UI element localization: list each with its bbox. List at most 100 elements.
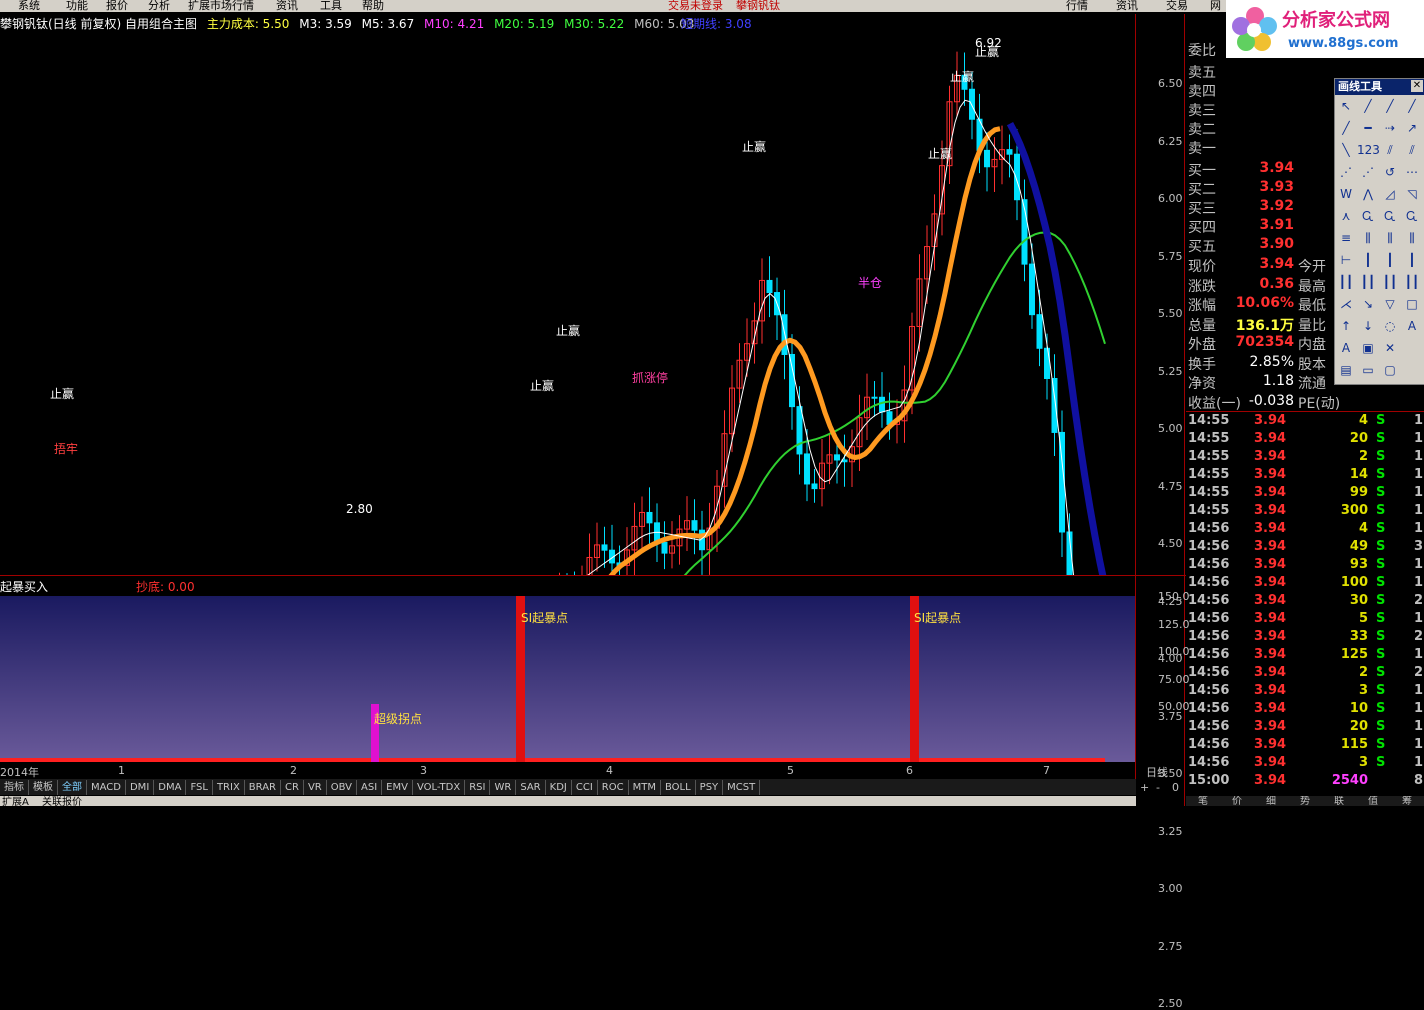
tab-mcst[interactable]: MCST [723,780,761,795]
menu-extended-market[interactable]: 扩展市场行情 [188,0,254,12]
draw-tool-icon[interactable]: ⫼ [1379,227,1401,249]
tab-全部[interactable]: 全部 [58,780,87,795]
menu-right-trade[interactable]: 交易 [1166,0,1188,12]
tab-trix[interactable]: TRIX [213,780,245,795]
draw-tool-icon[interactable]: ≡ [1335,227,1357,249]
tab-模板[interactable]: 模板 [29,780,58,795]
tab-cr[interactable]: CR [281,780,304,795]
quote-tab[interactable]: 联 [1322,797,1356,807]
draw-tool-icon[interactable]: ┃┃ [1335,271,1357,293]
draw-tool-icon[interactable]: ┃┃ [1357,271,1379,293]
draw-tool-icon[interactable]: ⋯ [1401,161,1423,183]
draw-tool-icon[interactable]: ↓ [1357,315,1379,337]
tab-psy[interactable]: PSY [696,780,724,795]
menu-help[interactable]: 帮助 [362,0,384,12]
draw-tool-icon[interactable]: ◌ [1379,315,1401,337]
zoom-minus-button[interactable]: - [1156,781,1160,794]
draw-tool-icon[interactable]: ⫽ [1401,139,1423,161]
draw-tool-icon[interactable]: Ꮹ [1357,205,1379,227]
zoom-plus-button[interactable]: + [1140,781,1149,794]
draw-tool-icon[interactable]: ╲ [1335,139,1357,161]
draw-tool-icon[interactable]: ⫼ [1401,227,1423,249]
tab-obv[interactable]: OBV [327,780,357,795]
candlestick-chart[interactable] [0,30,1136,576]
draw-tool-icon[interactable]: A [1401,315,1423,337]
draw-tool-icon[interactable]: ⋌ [1335,293,1357,315]
draw-tool-icon[interactable] [1401,337,1423,359]
draw-tool-icon[interactable]: Ꮹ [1401,205,1423,227]
menu-tools[interactable]: 工具 [320,0,342,12]
draw-tool-icon[interactable]: Ꮹ [1379,205,1401,227]
quote-tab[interactable]: 值 [1356,797,1390,807]
draw-tool-icon[interactable]: ⋰ [1357,161,1379,183]
draw-tool-icon[interactable]: A [1335,337,1357,359]
quote-tab[interactable]: 细 [1254,797,1288,807]
draw-tool-icon[interactable]: ━ [1357,117,1379,139]
draw-tool-icon[interactable]: ╱ [1335,117,1357,139]
draw-tool-icon[interactable]: ◹ [1401,183,1423,205]
tab-mtm[interactable]: MTM [629,780,661,795]
draw-tool-icon[interactable]: ▽ [1379,293,1401,315]
tab-boll[interactable]: BOLL [661,780,696,795]
quote-tab[interactable]: 筹 [1390,797,1424,807]
draw-tool-icon[interactable]: ↘ [1357,293,1379,315]
draw-tool-icon[interactable]: ⊢ [1335,249,1357,271]
draw-tool-icon[interactable]: ↑ [1335,315,1357,337]
tab-emv[interactable]: EMV [382,780,413,795]
quote-tab[interactable]: 势 [1288,797,1322,807]
draw-tool-icon[interactable]: ▭ [1357,359,1379,381]
tab-roc[interactable]: ROC [598,780,629,795]
draw-tool-icon[interactable]: ▣ [1357,337,1379,359]
draw-tool-icon[interactable]: ⫼ [1357,227,1379,249]
draw-tool-icon[interactable]: ┃ [1401,249,1423,271]
draw-tool-icon[interactable]: ╱ [1357,95,1379,117]
tab-rsi[interactable]: RSI [465,780,491,795]
draw-tool-icon[interactable]: ⋀ [1357,183,1379,205]
menu-info[interactable]: 资讯 [276,0,298,12]
menu-quote[interactable]: 报价 [106,0,128,12]
draw-tool-icon[interactable]: ▤ [1335,359,1357,381]
tab-vol-tdx[interactable]: VOL-TDX [413,780,466,795]
tab-kdj[interactable]: KDJ [546,780,572,795]
zoom-reset-button[interactable]: 0 [1172,781,1179,794]
draw-tool-icon[interactable] [1401,359,1423,381]
tab-brar[interactable]: BRAR [245,780,281,795]
period-label[interactable]: 日线 [1146,764,1168,780]
menu-right-quote[interactable]: 行情 [1066,0,1088,12]
menu-system[interactable]: 系统 [18,0,40,12]
tab-vr[interactable]: VR [304,780,327,795]
menu-right-info[interactable]: 资讯 [1116,0,1138,12]
draw-tool-icon[interactable]: ╱ [1401,95,1423,117]
draw-tool-icon[interactable]: 123 [1357,139,1380,161]
draw-tool-icon[interactable]: ⋏ [1335,205,1357,227]
draw-tool-icon[interactable]: W [1335,183,1357,205]
tab-dmi[interactable]: DMI [126,780,155,795]
draw-tool-icon[interactable]: ↺ [1379,161,1401,183]
menu-function[interactable]: 功能 [66,0,88,12]
tab-wr[interactable]: WR [490,780,517,795]
draw-tool-icon[interactable]: ✕ [1379,337,1401,359]
draw-tool-icon[interactable]: ┃┃ [1401,271,1423,293]
draw-tool-icon[interactable]: ⋰ [1335,161,1357,183]
status-linked-quote[interactable]: 关联报价 [42,796,82,806]
tab-dma[interactable]: DMA [154,780,187,795]
tab-asi[interactable]: ASI [357,780,383,795]
draw-tool-icon[interactable]: ◿ [1379,183,1401,205]
close-icon[interactable]: ✕ [1411,80,1423,92]
menu-right-web[interactable]: 网 [1210,0,1221,12]
draw-tool-icon[interactable]: □ [1401,293,1423,315]
draw-tool-icon[interactable]: ↖ [1335,95,1357,117]
menu-analysis[interactable]: 分析 [148,0,170,12]
tab-sar[interactable]: SAR [516,780,546,795]
quote-tab[interactable]: 价 [1220,797,1254,807]
tab-指标[interactable]: 指标 [0,780,29,795]
draw-tool-icon[interactable]: ↗ [1401,117,1423,139]
draw-tool-icon[interactable]: ┃ [1357,249,1379,271]
tab-cci[interactable]: CCI [572,780,598,795]
draw-tool-icon[interactable]: ┃ [1379,249,1401,271]
draw-tool-icon[interactable]: ▢ [1379,359,1401,381]
draw-tool-icon[interactable]: ⇢ [1379,117,1401,139]
draw-tool-icon[interactable]: ┃┃ [1379,271,1401,293]
draw-tool-icon[interactable]: ╱ [1379,95,1401,117]
tab-fsl[interactable]: FSL [186,780,213,795]
